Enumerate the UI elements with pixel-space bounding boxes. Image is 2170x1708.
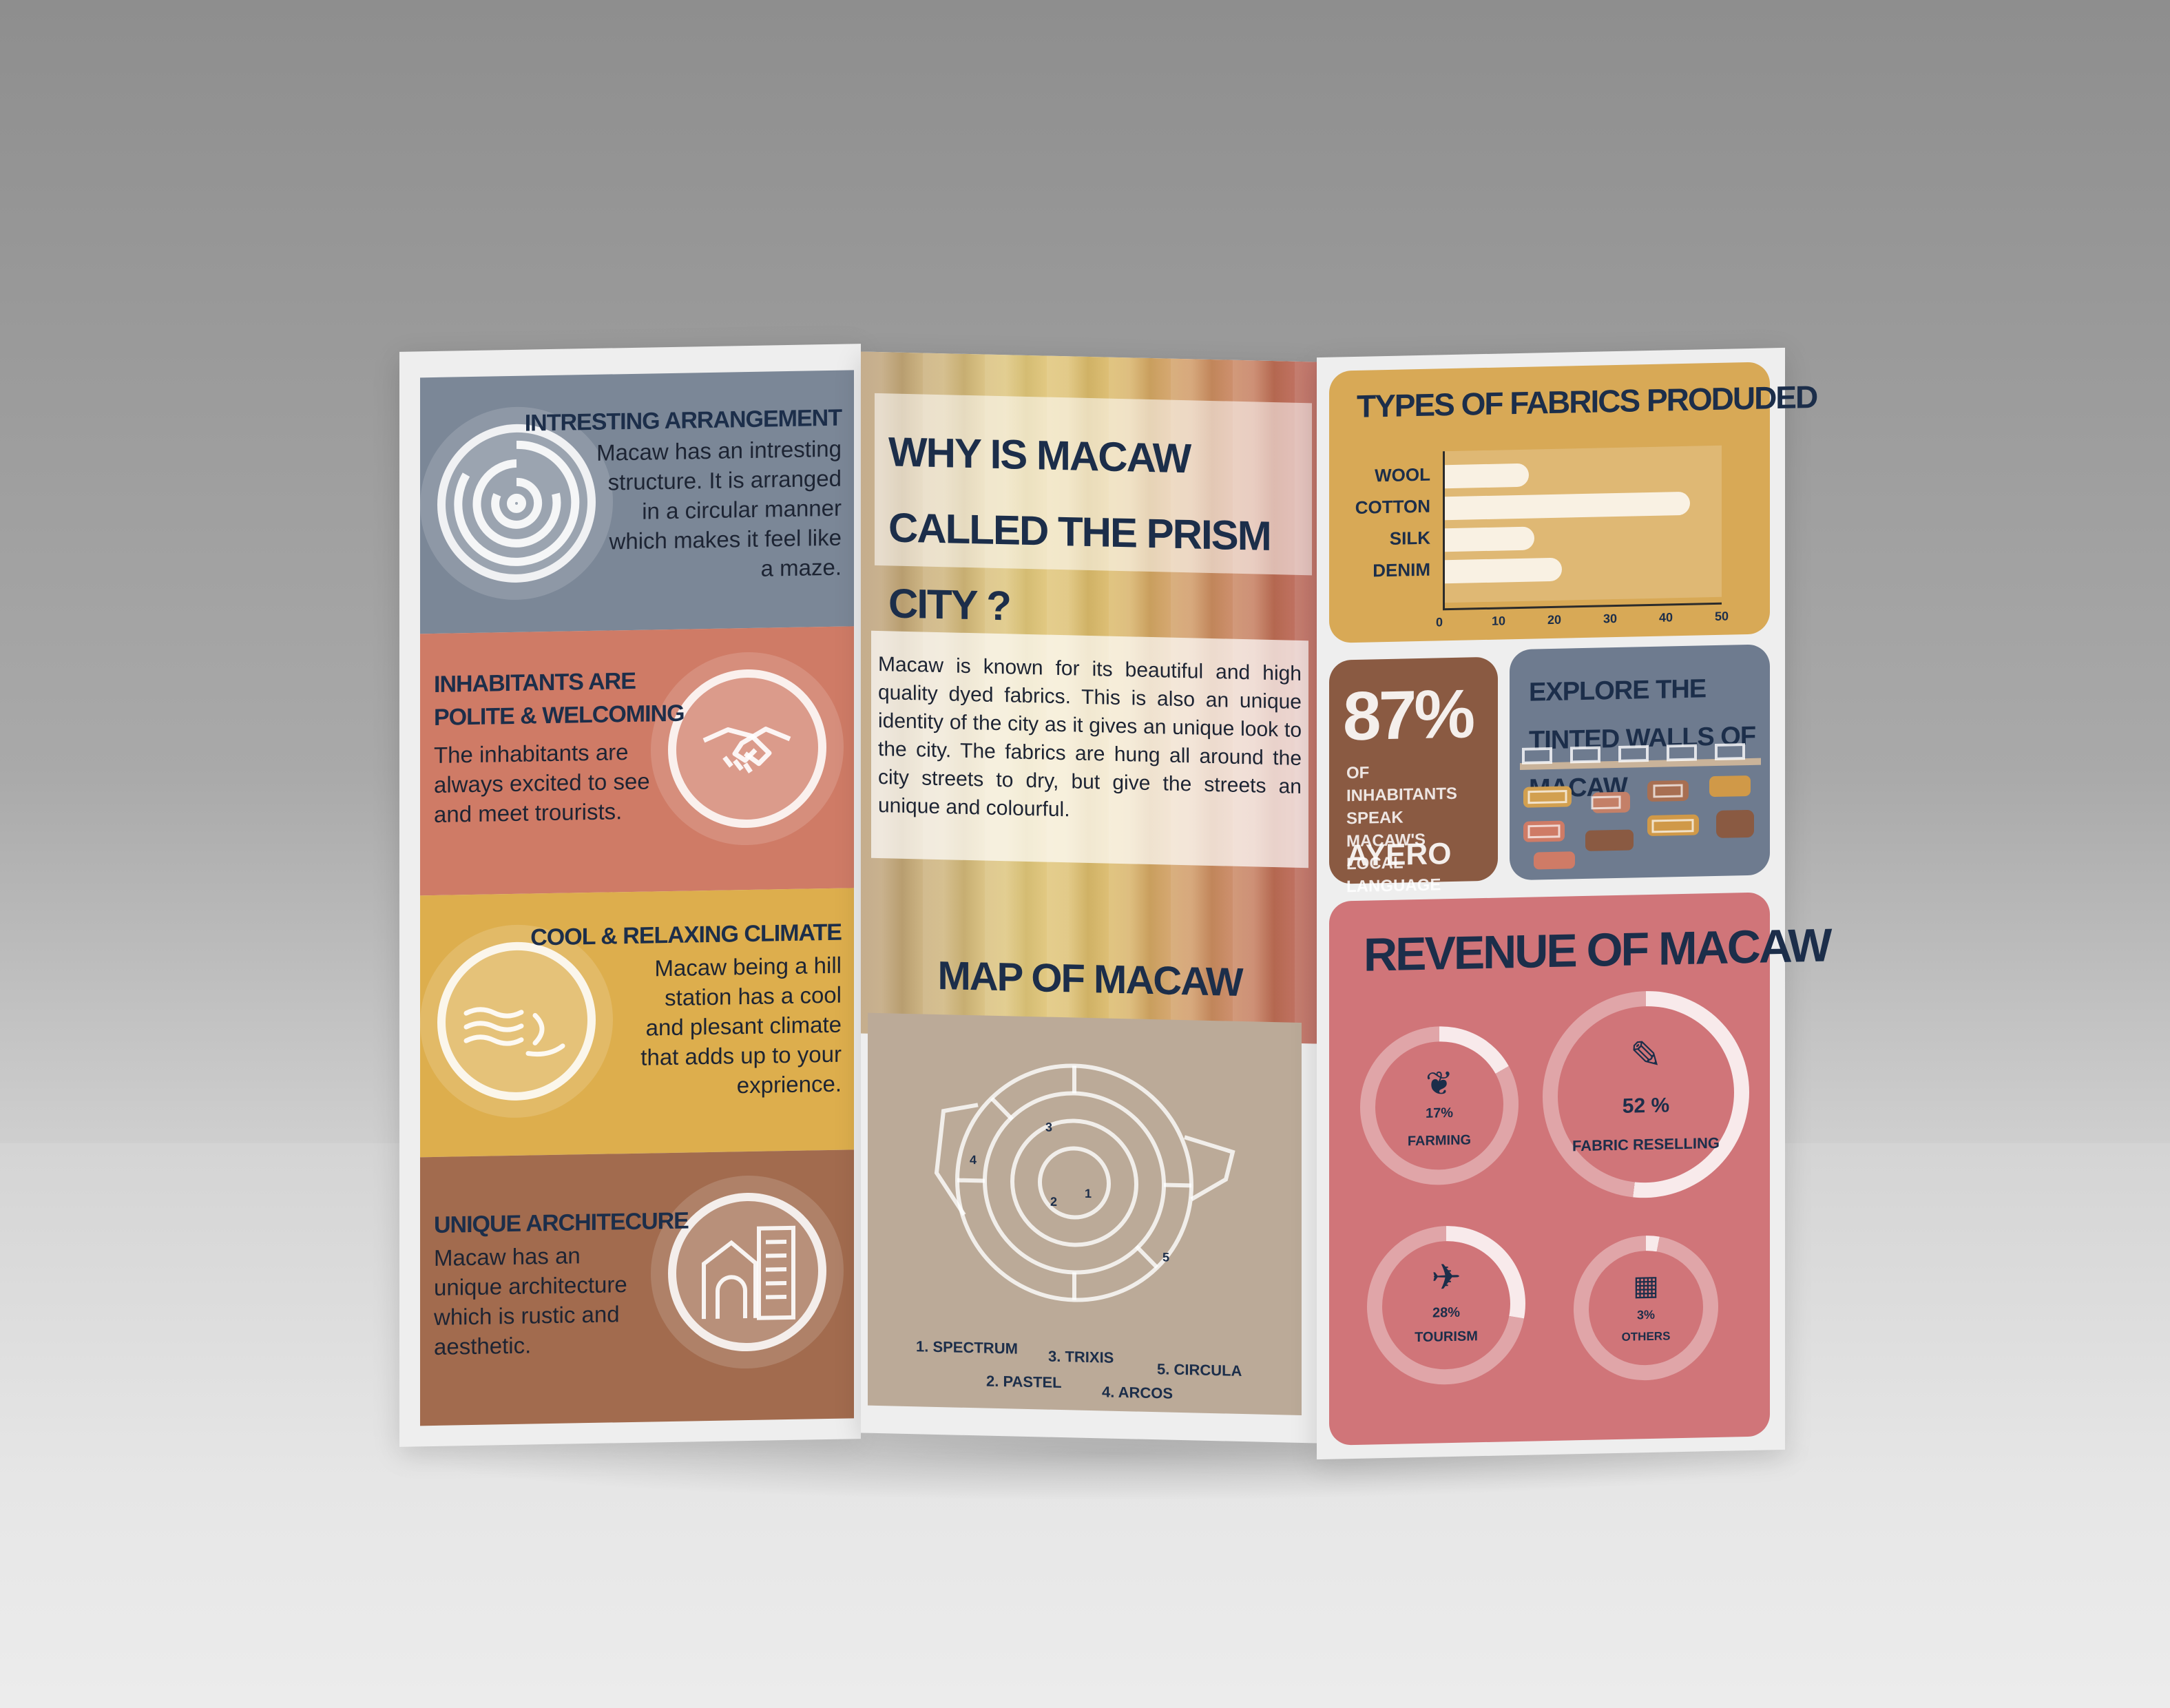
tinted-walls-box: EXPLORE THE TINTED WALLS OF MACAW: [1510, 644, 1770, 881]
map-number-5: 5: [1162, 1250, 1170, 1264]
fabrics-chart-box: TYPES OF FABRICS PRODUDED WOOL COTTON SILK…: [1329, 362, 1817, 643]
maze-map: [934, 1063, 1235, 1302]
bar-silk: [1445, 526, 1534, 552]
section-title: UNIQUE ARCHITECURE: [434, 1207, 689, 1238]
brochure-right-panel: TYPES OF FABRICS PRODUDED WOOL COTTON SILK…: [1317, 347, 1830, 1460]
legend-arcos: 4. ARCOS: [1102, 1383, 1173, 1402]
stat-value: 87%: [1343, 675, 1473, 756]
paragraph-box: Macaw is known for its beautiful and hig…: [871, 630, 1308, 868]
walls-illustration: [1520, 743, 1761, 870]
x-tick-label: 20: [1547, 612, 1562, 627]
category-label-wool: WOOL: [1375, 464, 1430, 486]
section-title: INTRESTING ARRANGEMENT: [524, 404, 842, 437]
fabric-icon: ✎: [1629, 1032, 1662, 1077]
map-number-4: 4: [970, 1153, 977, 1167]
map-number-1: 1: [1085, 1186, 1092, 1201]
language-stat-box: 87% OF INHABITANTS SPEAK MACAW'S LOCAL L…: [1329, 656, 1498, 896]
chart-plot-area: WOOL COTTON SILK DENIM 0 10 20 30 40 50: [1355, 445, 1729, 629]
fabrics-chart-title: TYPES OF FABRICS PRODUDED: [1357, 378, 1817, 424]
tourism-value: 28%: [1432, 1304, 1461, 1321]
category-label-denim: DENIM: [1373, 559, 1430, 581]
category-label-cotton: COTTON: [1355, 495, 1430, 518]
section-body: The inhabitants are always excited to se…: [434, 739, 650, 827]
buildings-icon: [668, 1191, 826, 1353]
airplane-icon: ✈: [1431, 1257, 1461, 1298]
map-number-2: 2: [1050, 1194, 1058, 1209]
section-arrangement: INTRESTING ARRANGEMENT Macaw has an intr…: [420, 370, 854, 634]
legend-pastel: 2. PASTEL: [986, 1372, 1062, 1392]
others-label: OTHERS: [1621, 1329, 1671, 1344]
legend-trixis: 3. TRIXIS: [1048, 1347, 1114, 1366]
leaf-icon: ❦: [1425, 1065, 1454, 1103]
bar-wool: [1445, 463, 1529, 489]
x-tick-label: 0: [1436, 615, 1443, 629]
x-tick-label: 40: [1659, 610, 1673, 625]
headline: WHY IS MACAW CALLED THE PRISM CITY ?: [888, 428, 1271, 629]
section-body: Macaw has an unique architecture which i…: [434, 1242, 627, 1360]
legend-spectrum: 1. SPECTRUM: [916, 1337, 1018, 1357]
brochure-left-panel: INTRESTING ARRANGEMENT Macaw has an intr…: [399, 344, 861, 1447]
section-body: Macaw has an intresting structure. It is…: [596, 435, 842, 581]
tourism-label: TOURISM: [1415, 1329, 1478, 1346]
stat-caption: OF INHABITANTS SPEAK MACAW'S LOCAL LANGU…: [1346, 763, 1457, 897]
x-tick-label: 10: [1492, 614, 1506, 628]
map-number-3: 3: [1045, 1120, 1053, 1134]
stat-language: AYERO: [1346, 837, 1452, 873]
section-title: COOL & RELAXING CLIMATE: [530, 919, 842, 951]
legend-circula: 5. CIRCULA: [1157, 1360, 1242, 1380]
building-icon: ▦: [1633, 1270, 1659, 1302]
farming-value: 17%: [1425, 1105, 1454, 1121]
section-title: INHABITANTS ARE POLITE & WELCOMING: [434, 667, 685, 731]
others-value: 3%: [1636, 1307, 1655, 1322]
section-inhabitants: INHABITANTS ARE POLITE & WELCOMING The i…: [420, 626, 854, 896]
fabric-reselling-value: 52 %: [1622, 1094, 1670, 1118]
fabric-reselling-label: FABRIC RESELLING: [1572, 1134, 1720, 1155]
map-area: 4 3 2 1 5 1. SPECTRUM 2. PASTEL 3. TRIXI…: [868, 1012, 1302, 1415]
category-label-silk: SILK: [1389, 527, 1430, 549]
brochure-middle-panel: WHY IS MACAW CALLED THE PRISM CITY ? Mac…: [861, 351, 1319, 1444]
bar-cotton: [1445, 491, 1691, 521]
section-architecture: UNIQUE ARCHITECURE Macaw has an unique a…: [420, 1149, 854, 1426]
headline-box: WHY IS MACAW CALLED THE PRISM CITY ?: [875, 393, 1312, 629]
farming-label: FARMING: [1407, 1132, 1472, 1149]
revenue-box: REVENUE OF MACAW ❦ 17% FARMING ✎ 52 % FA…: [1329, 892, 1830, 1446]
x-tick-label: 30: [1603, 611, 1618, 626]
section-climate: COOL & RELAXING CLIMATE Macaw being a hi…: [420, 888, 854, 1158]
wind-face-icon: [437, 940, 596, 1102]
bar-denim: [1445, 557, 1563, 584]
chart-x-axis: [1443, 602, 1722, 611]
x-tick-label: 50: [1715, 609, 1729, 624]
intro-paragraph: Macaw is known for its beautiful and hig…: [878, 653, 1302, 822]
maze-icon: [437, 422, 596, 584]
section-body: Macaw being a hill station has a cool an…: [640, 952, 842, 1098]
revenue-title: REVENUE OF MACAW: [1364, 919, 1830, 981]
